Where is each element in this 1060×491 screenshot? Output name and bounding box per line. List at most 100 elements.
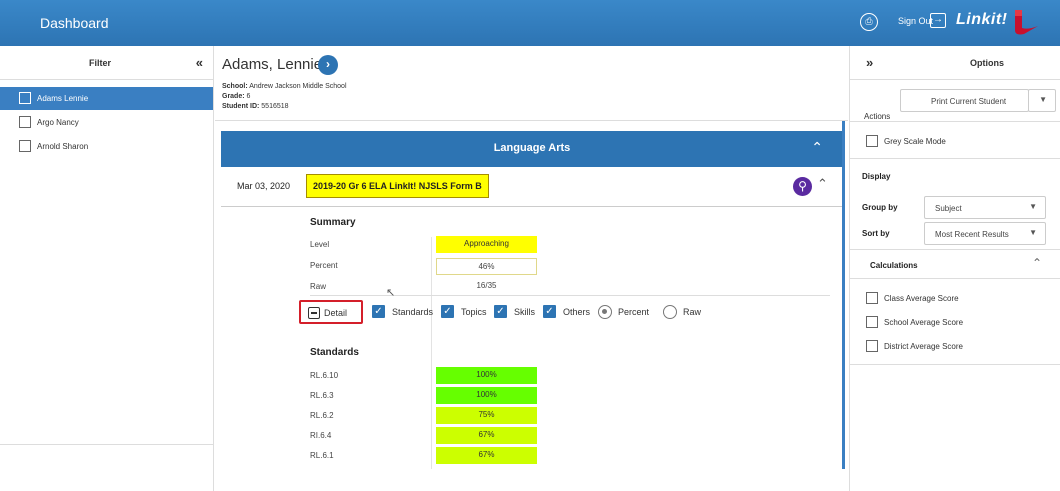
student-checkbox[interactable] bbox=[19, 140, 31, 152]
top-bar: Dashboard ⎙ Sign Out → Linkit! bbox=[0, 0, 1060, 46]
class-average-label: Class Average Score bbox=[884, 294, 959, 303]
chevron-up-icon[interactable]: ⌃ bbox=[817, 176, 828, 192]
percent-value: 46% bbox=[436, 258, 537, 275]
sort-by-select[interactable]: Most Recent Results ▼ bbox=[924, 222, 1046, 245]
standards-label: Standards bbox=[392, 307, 434, 317]
detail-options: Detail ✓ Standards ✓ Topics ✓ Skills ✓ O… bbox=[295, 300, 815, 326]
student-id-label: Student ID: bbox=[222, 103, 260, 110]
filter-panel: Filter « Adams Lennie Argo Nancy Arnold … bbox=[0, 46, 214, 491]
divider bbox=[850, 121, 1060, 122]
grade-value: 6 bbox=[246, 93, 251, 100]
grey-scale-label: Grey Scale Mode bbox=[884, 137, 946, 146]
student-name: Argo Nancy bbox=[37, 118, 79, 127]
school-value: Andrew Jackson Middle School bbox=[249, 83, 347, 90]
options-header: » Options bbox=[850, 46, 1060, 80]
standard-score: 67% bbox=[436, 447, 537, 464]
school-average-label: School Average Score bbox=[884, 318, 964, 327]
collapse-filter-icon[interactable]: « bbox=[196, 55, 203, 70]
subject-header[interactable]: Language Arts ⌃ bbox=[221, 131, 843, 167]
standard-score: 100% bbox=[436, 367, 537, 384]
percent-radio[interactable] bbox=[598, 305, 612, 319]
raw-value: 16/35 bbox=[476, 281, 497, 290]
others-label: Others bbox=[563, 307, 591, 317]
minus-square-icon bbox=[308, 307, 320, 319]
options-panel: » Options Actions Print Current Student … bbox=[849, 46, 1060, 491]
district-average-checkbox[interactable] bbox=[866, 340, 878, 352]
caret-down-icon: ▼ bbox=[1029, 202, 1037, 211]
student-checkbox[interactable] bbox=[19, 92, 31, 104]
standards-title: Standards bbox=[310, 347, 359, 358]
test-detail: Summary Level Approaching Percent 46% Ra… bbox=[221, 207, 843, 469]
actions-value: Print Current Student bbox=[931, 97, 1007, 106]
grade-label: Grade: bbox=[222, 93, 245, 100]
dashboard-title[interactable]: Dashboard bbox=[40, 15, 109, 31]
filter-title: Filter bbox=[88, 58, 111, 68]
summary-label-raw: Raw bbox=[310, 282, 327, 291]
test-date: Mar 03, 2020 bbox=[237, 181, 291, 191]
grey-scale-checkbox[interactable] bbox=[866, 135, 878, 147]
test-name[interactable]: 2019-20 Gr 6 ELA LinkIt! NJSLS Form B bbox=[306, 174, 489, 198]
skills-checkbox[interactable]: ✓ bbox=[494, 305, 507, 318]
subject-title: Language Arts bbox=[493, 142, 571, 154]
student-name: Adams Lennie bbox=[37, 94, 89, 103]
district-average-label: District Average Score bbox=[884, 342, 963, 351]
standard-label: RL.6.10 bbox=[310, 371, 339, 380]
sign-out-link[interactable]: Sign Out bbox=[898, 16, 933, 26]
linkit-logo-mark bbox=[1015, 10, 1038, 35]
summary-title: Summary bbox=[310, 217, 356, 228]
divider bbox=[850, 249, 1060, 250]
standard-score: 67% bbox=[436, 427, 537, 444]
standard-label: RL.6.2 bbox=[310, 411, 334, 420]
school-average-checkbox[interactable] bbox=[866, 316, 878, 328]
raw-radio[interactable] bbox=[663, 305, 677, 319]
caret-down-icon: ▼ bbox=[1039, 95, 1047, 104]
others-checkbox[interactable]: ✓ bbox=[543, 305, 556, 318]
student-name: Arnold Sharon bbox=[37, 142, 89, 151]
next-student-arrow-icon[interactable]: › bbox=[318, 55, 338, 75]
main-content: Adams, Lennie › School: Andrew Jackson M… bbox=[215, 46, 848, 491]
chevron-up-icon[interactable]: ⌃ bbox=[811, 139, 823, 156]
linkit-logo: Linkit! bbox=[956, 11, 1008, 28]
caret-down-icon: ▼ bbox=[1029, 228, 1037, 237]
expand-options-icon[interactable]: » bbox=[866, 55, 873, 70]
student-info: School: Andrew Jackson Middle School Gra… bbox=[222, 82, 347, 112]
standard-score: 100% bbox=[436, 387, 537, 404]
divider bbox=[431, 237, 432, 469]
divider bbox=[850, 158, 1060, 159]
student-item-adams-lennie[interactable]: Adams Lennie bbox=[0, 87, 213, 110]
raw-label: Raw bbox=[683, 307, 702, 317]
student-checkbox[interactable] bbox=[19, 116, 31, 128]
student-item-argo-nancy[interactable]: Argo Nancy bbox=[0, 111, 213, 134]
school-label: School: bbox=[222, 83, 248, 90]
standard-label: RL.6.1 bbox=[310, 451, 334, 460]
sign-out-icon[interactable]: → bbox=[930, 13, 946, 28]
calculations-label[interactable]: Calculations bbox=[870, 261, 918, 270]
detail-toggle-button[interactable]: Detail bbox=[299, 300, 363, 324]
standards-checkbox[interactable]: ✓ bbox=[372, 305, 385, 318]
student-item-arnold-sharon[interactable]: Arnold Sharon bbox=[0, 135, 213, 158]
sort-by-value: Most Recent Results bbox=[935, 230, 1009, 239]
divider bbox=[215, 120, 848, 121]
actions-select[interactable]: Print Current Student bbox=[900, 89, 1029, 112]
group-by-select[interactable]: Subject ▼ bbox=[924, 196, 1046, 219]
magnify-icon[interactable]: ⚲ bbox=[793, 177, 812, 196]
divider bbox=[850, 364, 1060, 365]
test-row: Mar 03, 2020 2019-20 Gr 6 ELA LinkIt! NJ… bbox=[221, 167, 843, 207]
percent-label: Percent bbox=[618, 307, 650, 317]
actions-label: Actions bbox=[864, 112, 891, 121]
mouse-cursor-icon: ↖ bbox=[386, 287, 396, 299]
class-average-checkbox[interactable] bbox=[866, 292, 878, 304]
student-id-value: 5516518 bbox=[261, 103, 289, 110]
skills-label: Skills bbox=[514, 307, 536, 317]
actions-dropdown-button[interactable]: ▼ bbox=[1028, 89, 1056, 112]
group-by-value: Subject bbox=[935, 204, 962, 213]
chevron-up-icon[interactable]: ⌃ bbox=[1032, 256, 1042, 270]
topics-checkbox[interactable]: ✓ bbox=[441, 305, 454, 318]
level-value: Approaching bbox=[436, 236, 537, 253]
display-label: Display bbox=[862, 172, 891, 181]
pdf-icon[interactable]: ⎙ bbox=[860, 13, 878, 31]
divider bbox=[0, 444, 214, 445]
student-name-heading: Adams, Lennie bbox=[222, 56, 323, 73]
topics-label: Topics bbox=[461, 307, 487, 317]
divider bbox=[850, 278, 1060, 279]
